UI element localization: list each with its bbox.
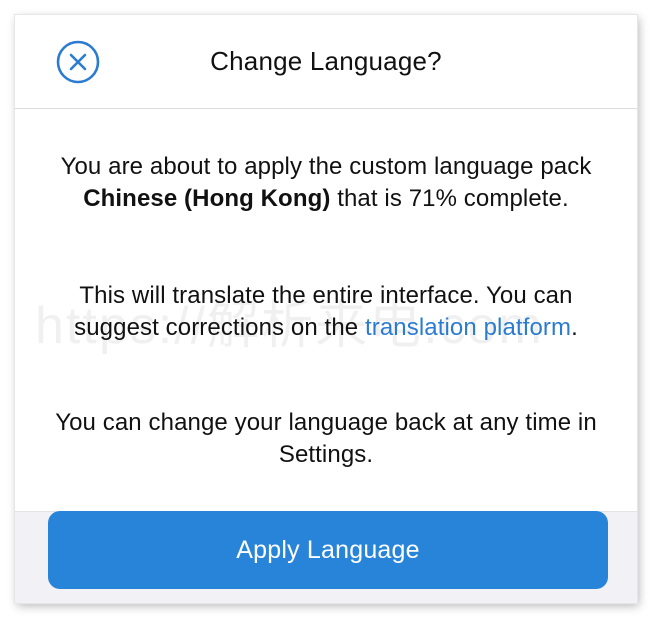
- dialog-header: Change Language?: [15, 15, 637, 109]
- language-pack-message: You are about to apply the custom langua…: [43, 151, 609, 215]
- message-text: that is 71% complete.: [330, 185, 569, 212]
- translation-platform-link[interactable]: translation platform: [365, 314, 571, 341]
- apply-language-button[interactable]: Apply Language: [48, 511, 608, 589]
- change-language-dialog: Change Language? https://解析来电.com You ar…: [15, 15, 637, 603]
- settings-message: You can change your language back at any…: [55, 409, 597, 468]
- dialog-title: Change Language?: [210, 46, 442, 76]
- language-name: Chinese (Hong Kong): [83, 185, 331, 212]
- message-text: .: [571, 314, 578, 341]
- message-text: You are about to apply the custom langua…: [60, 153, 592, 180]
- translation-message: This will translate the entire interface…: [43, 280, 609, 344]
